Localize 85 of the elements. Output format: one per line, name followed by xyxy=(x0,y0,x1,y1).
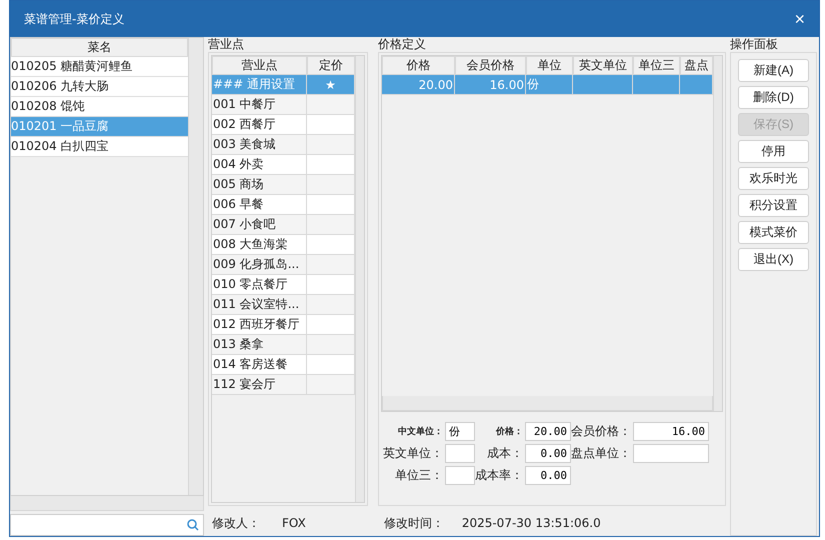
field-label: 会员价格： xyxy=(571,423,632,440)
window-title: 菜谱管理-菜价定义 xyxy=(24,10,124,28)
scrollbar[interactable] xyxy=(382,396,713,411)
scrollbar[interactable] xyxy=(188,38,203,495)
column-header: 单位三 xyxy=(633,56,680,75)
table-cell[interactable]: 009 化身孤岛... xyxy=(212,255,307,275)
table-cell[interactable] xyxy=(573,75,633,95)
dish-item[interactable]: 010204 白扒四宝 xyxy=(11,137,188,157)
table-cell[interactable]: 014 客房送餐 xyxy=(212,355,307,375)
input-field[interactable]: 16.00 xyxy=(633,422,709,441)
input-field[interactable]: 20.00 xyxy=(525,422,571,441)
column-header: 菜名 xyxy=(11,38,188,57)
table-cell[interactable] xyxy=(307,135,355,155)
action-button[interactable]: 退出(X) xyxy=(738,248,809,271)
search-field[interactable] xyxy=(10,514,204,536)
table-cell[interactable] xyxy=(307,155,355,175)
field-label: 盘点单位： xyxy=(571,445,632,462)
action-button[interactable]: 停用 xyxy=(738,140,809,163)
table-cell[interactable]: 005 商场 xyxy=(212,175,307,195)
field-label: 中文单位： xyxy=(397,425,444,438)
field-label: 英文单位： xyxy=(382,445,444,462)
input-field[interactable] xyxy=(445,444,475,463)
table-cell[interactable] xyxy=(307,255,355,275)
column-header: 盘点 xyxy=(680,56,713,75)
modifier-label: 修改人： xyxy=(212,514,260,532)
table-cell[interactable] xyxy=(307,195,355,215)
table-cell[interactable] xyxy=(307,295,355,315)
close-button[interactable]: × xyxy=(790,8,809,30)
field-label: 单位三： xyxy=(394,467,444,484)
table-cell[interactable]: 003 美食城 xyxy=(212,135,307,155)
table-cell[interactable]: 004 外卖 xyxy=(212,155,307,175)
table-cell[interactable] xyxy=(307,95,355,115)
column-header: 英文单位 xyxy=(573,56,633,75)
action-button[interactable]: 新建(A) xyxy=(738,59,809,82)
field-label: 价格： xyxy=(494,426,524,438)
column-header: 营业点 xyxy=(212,56,307,75)
table-cell[interactable]: 013 桑拿 xyxy=(212,335,307,355)
modifier-value: FOX xyxy=(282,516,306,530)
dish-item[interactable]: 010208 馄饨 xyxy=(11,97,188,117)
column-header: 价格 xyxy=(382,56,455,75)
column-header: 单位 xyxy=(526,56,573,75)
dish-item[interactable]: 010206 九转大肠 xyxy=(11,77,188,97)
table-cell[interactable]: 006 早餐 xyxy=(212,195,307,215)
action-button[interactable]: 欢乐时光 xyxy=(738,167,809,190)
field-label: 成本： xyxy=(486,445,524,462)
input-field[interactable]: 0.00 xyxy=(525,444,571,463)
table-cell[interactable] xyxy=(307,235,355,255)
table-cell[interactable] xyxy=(307,355,355,375)
dish-item[interactable]: 010205 糖醋黄河鲤鱼 xyxy=(11,57,188,77)
group-title: 营业点 xyxy=(208,37,245,52)
time-label: 修改时间： xyxy=(384,514,444,532)
table-cell[interactable]: 011 会议室特... xyxy=(212,295,307,315)
group-title: 操作面板 xyxy=(730,37,779,52)
search-icon[interactable] xyxy=(187,519,199,531)
table-cell[interactable] xyxy=(307,375,355,395)
table-cell[interactable]: 012 西班牙餐厅 xyxy=(212,315,307,335)
input-field[interactable] xyxy=(633,444,709,463)
action-button[interactable]: 模式菜价 xyxy=(738,221,809,244)
table-cell[interactable] xyxy=(680,75,713,95)
table-cell[interactable] xyxy=(307,115,355,135)
scrollbar[interactable] xyxy=(713,56,722,411)
table-cell[interactable] xyxy=(307,315,355,335)
table-cell[interactable] xyxy=(307,215,355,235)
column-header: 会员价格 xyxy=(455,56,526,75)
table-cell[interactable]: 002 西餐厅 xyxy=(212,115,307,135)
table-cell[interactable]: 008 大鱼海棠 xyxy=(212,235,307,255)
table-cell[interactable] xyxy=(633,75,680,95)
table-cell[interactable] xyxy=(307,175,355,195)
action-button[interactable]: 删除(D) xyxy=(738,86,809,109)
table-cell[interactable] xyxy=(307,275,355,295)
action-button[interactable]: 积分设置 xyxy=(738,194,809,217)
table-cell[interactable]: 112 宴会厅 xyxy=(212,375,307,395)
field-label: 成本率： xyxy=(475,467,524,484)
scrollbar[interactable] xyxy=(355,56,364,502)
column-header: 定价 xyxy=(307,56,355,75)
scrollbar[interactable] xyxy=(10,496,204,511)
time-value: 2025-07-30 13:51:06.0 xyxy=(462,516,601,530)
table-cell[interactable]: 010 零点餐厅 xyxy=(212,275,307,295)
group-title: 价格定义 xyxy=(378,37,427,52)
table-cell[interactable] xyxy=(307,335,355,355)
input-field[interactable] xyxy=(445,466,475,485)
table-cell[interactable]: 007 小食吧 xyxy=(212,215,307,235)
input-field[interactable]: 份 xyxy=(445,422,475,441)
input-field[interactable]: 0.00 xyxy=(525,466,571,485)
table-cell[interactable]: 001 中餐厅 xyxy=(212,95,307,115)
